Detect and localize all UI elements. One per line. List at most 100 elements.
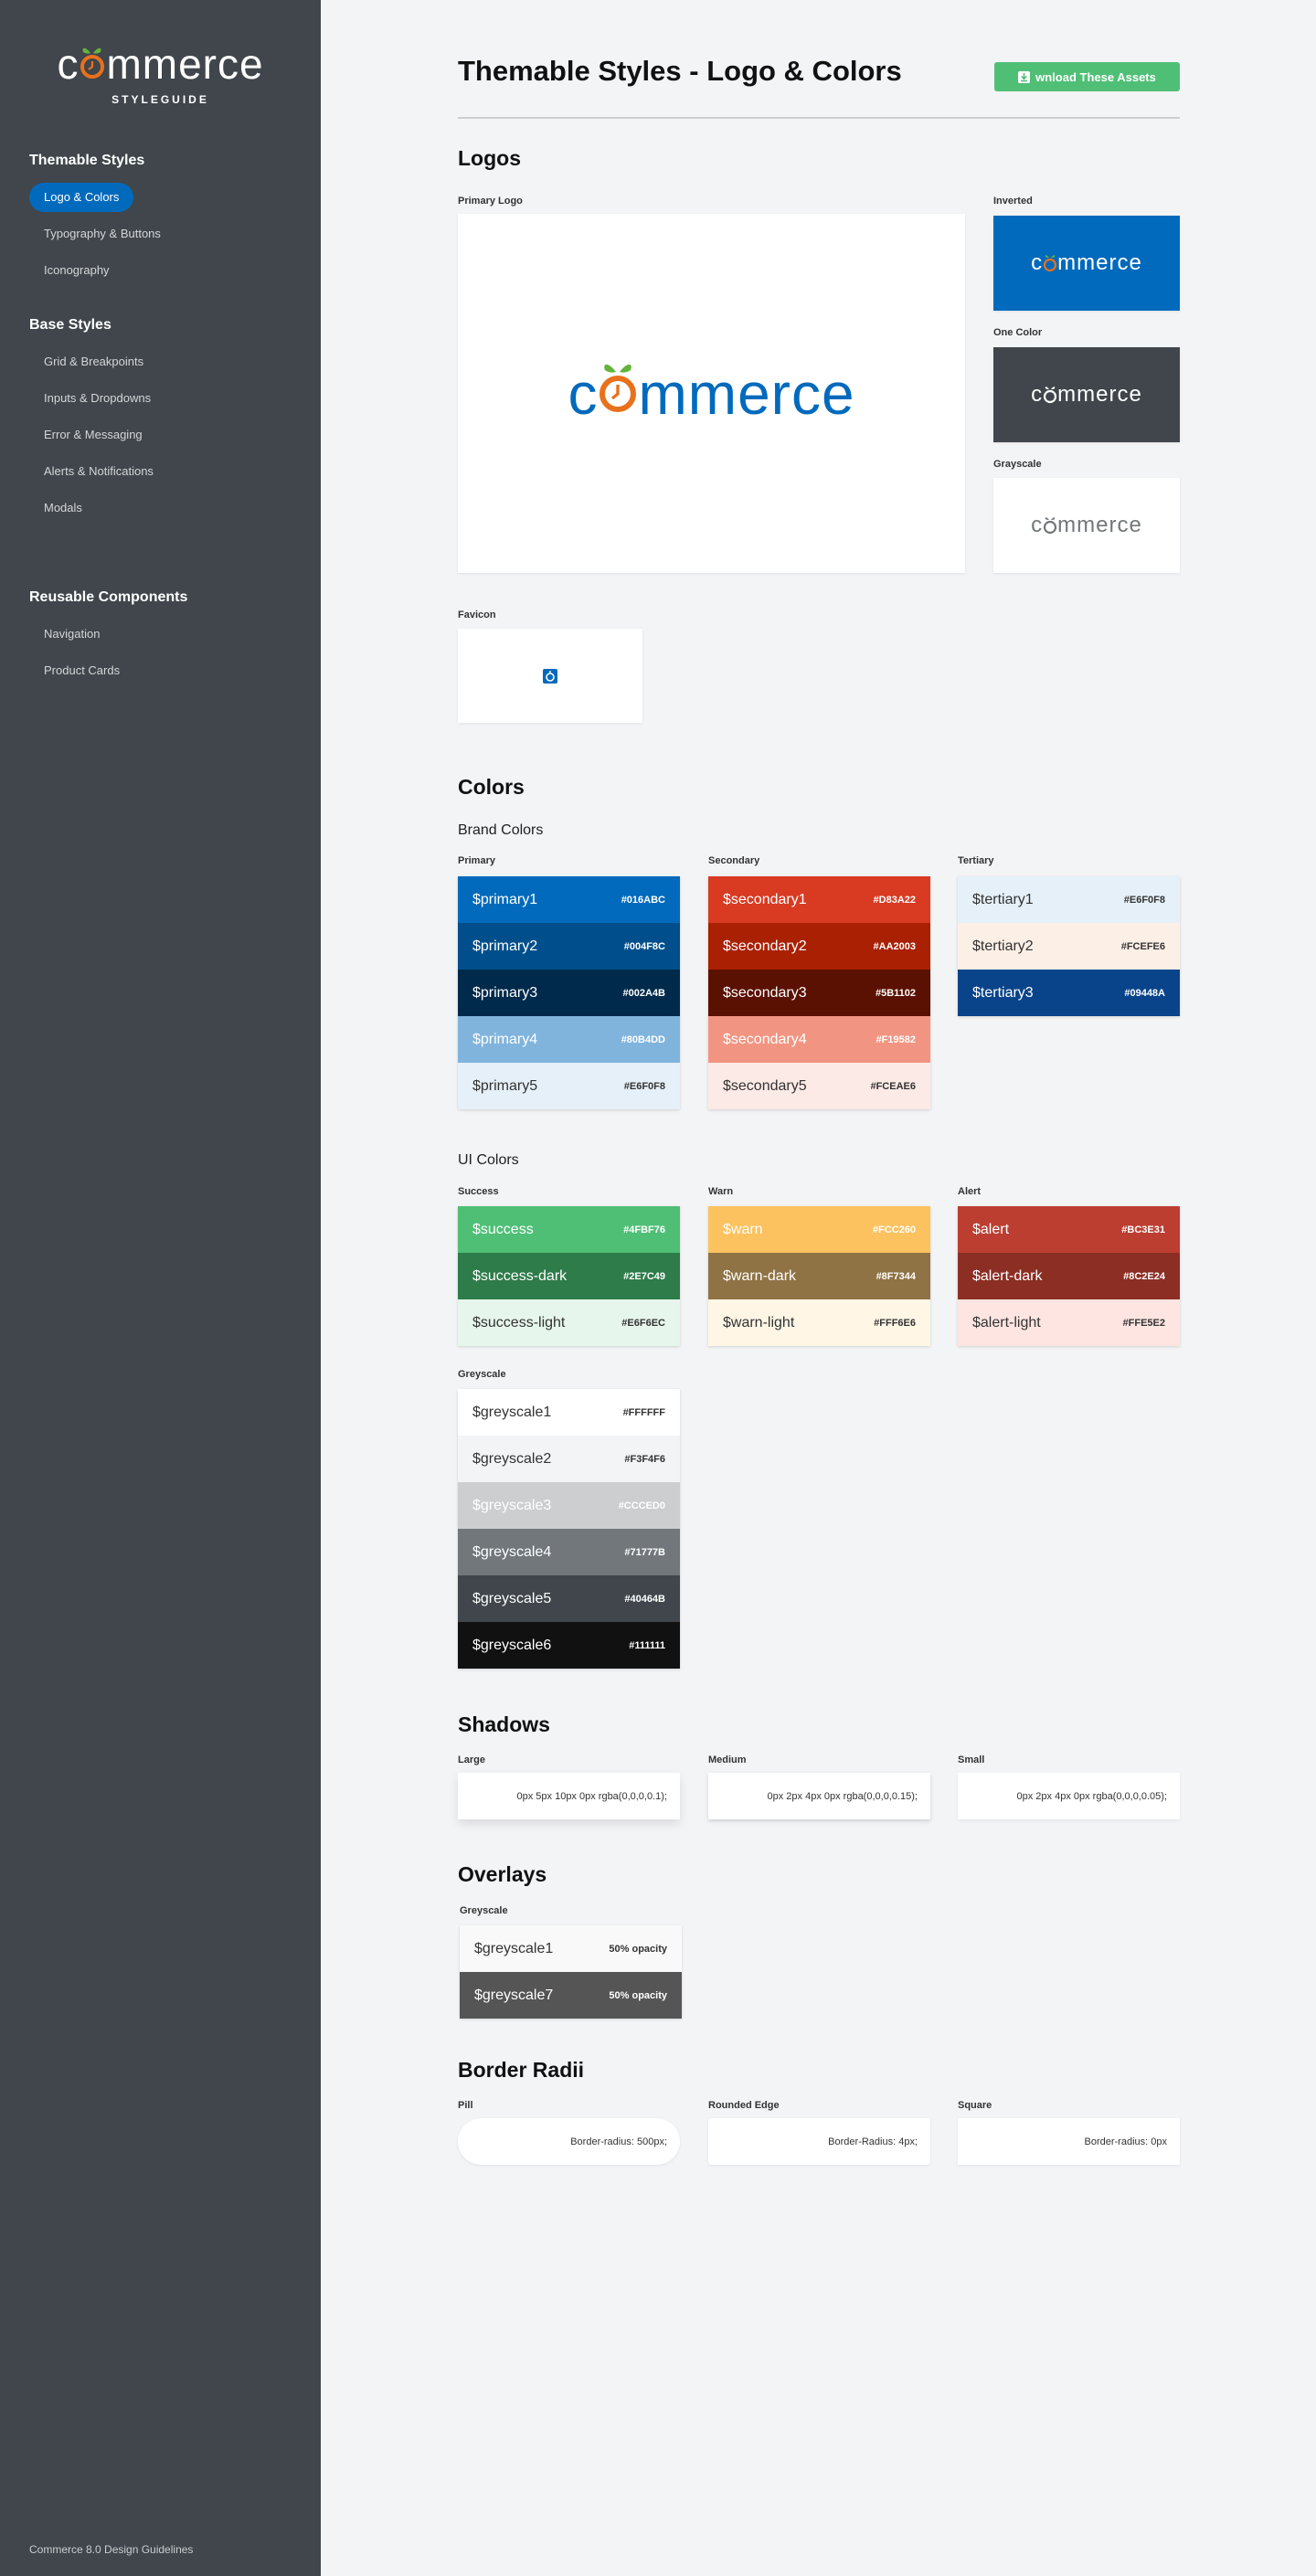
color-swatch: $primary2 #004F8C	[458, 923, 680, 970]
shadow-medium-sample: 0px 2px 4px 0px rgba(0,0,0,0.15);	[708, 1773, 930, 1819]
brand-colors-heading: Brand Colors	[458, 822, 544, 838]
shadow-large-label: Large	[458, 1754, 485, 1765]
swatch-name: $warn-light	[723, 1314, 795, 1330]
shadow-large-sample: 0px 5px 10px 0px rgba(0,0,0,0.1);	[458, 1773, 680, 1819]
nav-group-base: Base Styles Grid & Breakpoints Inputs & …	[29, 311, 303, 526]
radius-square-sample: Border-radius: 0px	[958, 2118, 1180, 2165]
primary-colors-label: Primary	[458, 855, 495, 866]
overlays-heading: Overlays	[458, 1862, 547, 1886]
color-swatch: $success #4FBF76	[458, 1206, 680, 1253]
nav-item-product-cards[interactable]: Product Cards	[29, 652, 303, 689]
tertiary-swatches: $tertiary1 #E6F0F8 $tertiary2 #FCEFE6 $terti…	[958, 876, 1180, 1016]
logo-prefix: c	[1031, 250, 1044, 275]
color-swatch: $tertiary2 #FCEFE6	[958, 923, 1180, 970]
swatch-name: $warn-dark	[723, 1267, 797, 1284]
swatch-hex: #F3F4F6	[624, 1453, 665, 1465]
swatch-hex: #FCEFE6	[1120, 940, 1165, 952]
overlay-greyscale1: $greyscale1 50% opacity	[460, 1925, 682, 1972]
color-swatch: $greyscale3 #CCCED0	[458, 1482, 680, 1529]
inverted-logo-label: Inverted	[993, 196, 1033, 207]
swatch-hex: #80B4DD	[621, 1034, 665, 1045]
swatch-name: $primary2	[472, 938, 538, 954]
color-swatch: $secondary4 #F19582	[708, 1016, 930, 1063]
color-swatch: $secondary3 #5B1102	[708, 970, 930, 1016]
radius-rounded-label: Rounded Edge	[708, 2100, 780, 2111]
color-swatch: $tertiary3 #09448A	[958, 970, 1180, 1016]
logo-suffix: mmerce	[1057, 513, 1142, 537]
swatch-hex: #4FBF76	[623, 1224, 665, 1235]
swatch-hex: #8C2E24	[1123, 1270, 1165, 1282]
shadow-small-label: Small	[958, 1754, 985, 1765]
swatch-name: $alert	[972, 1221, 1010, 1237]
overlay-greyscale7: $greyscale7 50% opacity	[460, 1972, 682, 2019]
color-swatch: $greyscale2 #F3F4F6	[458, 1436, 680, 1482]
color-swatch: $primary5 #E6F0F8	[458, 1063, 680, 1109]
clock-logo-icon	[1043, 515, 1057, 535]
swatch-name: $greyscale4	[472, 1543, 552, 1560]
swatch-name: $success-dark	[472, 1267, 568, 1284]
color-swatch: $greyscale5 #40464B	[458, 1575, 680, 1622]
swatch-hex: #111111	[629, 1639, 665, 1651]
swatch-hex: #E6F0F8	[1123, 894, 1165, 906]
overlay-value: 50% opacity	[609, 1943, 667, 1955]
primary-swatches: $primary1 #016ABC $primary2 #004F8C $primary…	[458, 876, 680, 1109]
primary-logo-card: c mmerce	[458, 214, 965, 573]
radius-pill-sample: Border-radius: 500px;	[458, 2118, 680, 2165]
nav-item-grid-breakpoints[interactable]: Grid & Breakpoints	[29, 344, 303, 380]
grayscale-logo-card: c mmerce	[993, 478, 1180, 573]
nav-item-error-messaging[interactable]: Error & Messaging	[29, 417, 303, 453]
swatch-name: $secondary1	[723, 891, 807, 907]
color-swatch: $primary4 #80B4DD	[458, 1016, 680, 1063]
nav-item-alerts-notifications[interactable]: Alerts & Notifications	[29, 453, 303, 490]
color-swatch: $alert-dark #8C2E24	[958, 1253, 1180, 1299]
swatch-name: $success	[472, 1221, 534, 1237]
swatch-hex: #002A4B	[622, 987, 665, 999]
shadow-medium-label: Medium	[708, 1754, 747, 1765]
radii-heading: Border Radii	[458, 2058, 585, 2082]
nav-item-navigation[interactable]: Navigation	[29, 616, 303, 652]
swatch-name: $warn	[723, 1221, 763, 1237]
swatch-name: $secondary4	[723, 1031, 807, 1047]
nav-item-inputs-dropdowns[interactable]: Inputs & Dropdowns	[29, 380, 303, 417]
swatch-name: $secondary3	[723, 984, 807, 1001]
inverted-logo-card: c mmerce	[993, 216, 1180, 311]
secondary-colors-label: Secondary	[708, 855, 760, 866]
color-swatch: $secondary2 #AA2003	[708, 923, 930, 970]
download-assets-button[interactable]: wnload These Assets	[994, 62, 1180, 91]
overlay-value: 50% opacity	[609, 1989, 667, 2001]
brand-subtitle: STYLEGUIDE	[111, 93, 209, 106]
brand-logo[interactable]: c mmerce STYLEGUIDE	[0, 37, 321, 106]
swatch-hex: #40464B	[624, 1593, 665, 1605]
logo-suffix: mmerce	[638, 360, 855, 427]
color-swatch: $secondary1 #D83A22	[708, 876, 930, 923]
swatch-hex: #FFFFFF	[622, 1406, 665, 1418]
overlay-name: $greyscale7	[474, 1987, 554, 2003]
nav-item-typography-buttons[interactable]: Typography & Buttons	[29, 216, 303, 252]
success-colors-label: Success	[458, 1186, 499, 1197]
tertiary-colors-label: Tertiary	[958, 855, 994, 866]
swatch-name: $tertiary2	[972, 938, 1034, 954]
swatch-hex: #CCCED0	[618, 1500, 665, 1511]
swatch-hex: #FFE5E2	[1122, 1317, 1165, 1329]
download-icon	[1018, 70, 1031, 83]
swatch-name: $primary3	[472, 984, 538, 1001]
radius-square-label: Square	[958, 2100, 992, 2111]
brand-word-prefix: c	[57, 40, 80, 88]
clock-logo-icon	[1043, 253, 1057, 272]
logo-suffix: mmerce	[1057, 250, 1142, 275]
nav-item-modals[interactable]: Modals	[29, 490, 303, 526]
swatch-name: $greyscale2	[472, 1450, 552, 1467]
greyscale-colors-label: Greyscale	[458, 1369, 506, 1380]
success-swatches: $success #4FBF76 $success-dark #2E7C49 $succ…	[458, 1206, 680, 1346]
nav-item-iconography[interactable]: Iconography	[29, 252, 303, 289]
swatch-hex: #5B1102	[875, 987, 916, 999]
logo-suffix: mmerce	[1057, 382, 1142, 407]
nav-item-logo-colors[interactable]: Logo & Colors	[29, 183, 134, 212]
nav-group-title: Base Styles	[29, 317, 111, 333]
swatch-name: $tertiary1	[972, 891, 1034, 907]
swatch-hex: #FCC260	[872, 1224, 916, 1235]
swatch-name: $greyscale5	[472, 1590, 552, 1606]
swatch-name: $success-light	[472, 1314, 566, 1330]
brand-word-suffix: mmerce	[106, 40, 264, 88]
shadow-small-sample: 0px 2px 4px 0px rgba(0,0,0,0.05);	[958, 1773, 1180, 1819]
